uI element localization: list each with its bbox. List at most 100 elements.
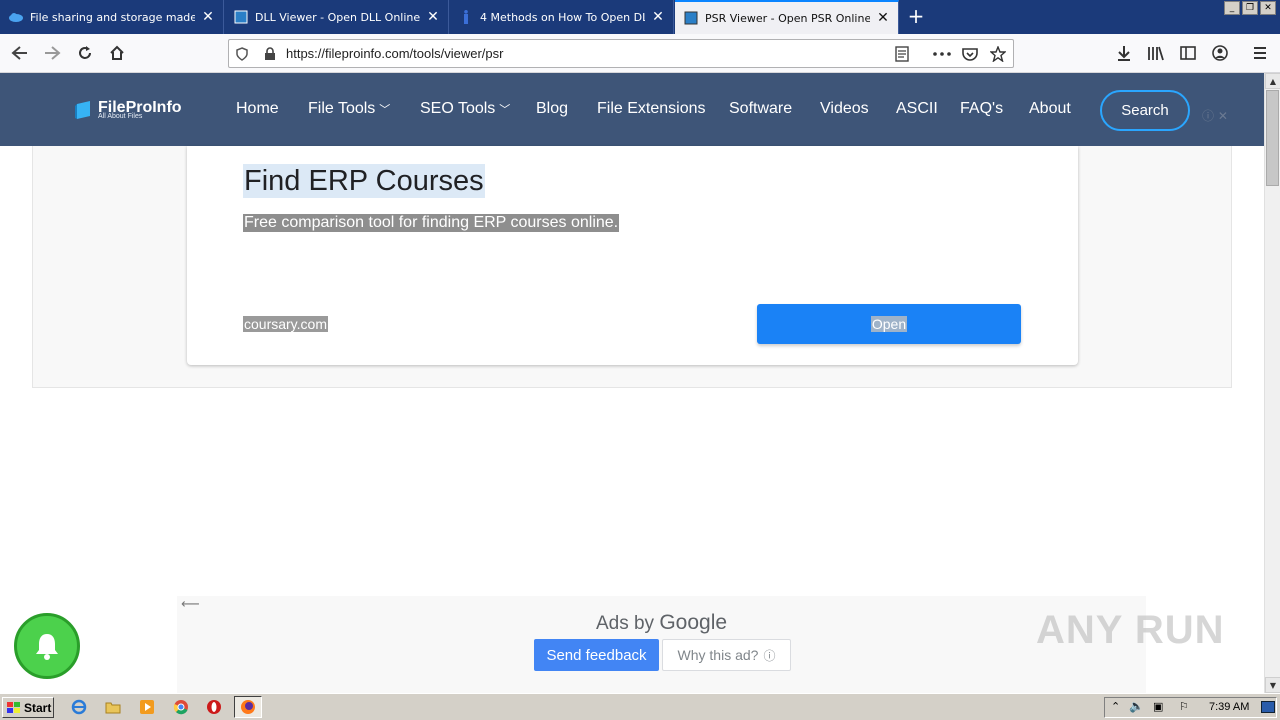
send-feedback-button[interactable]: Send feedback bbox=[534, 639, 659, 671]
menu-videos[interactable]: Videos bbox=[820, 100, 869, 118]
menu-home[interactable]: Home bbox=[236, 100, 279, 118]
tab-file-sharing[interactable]: File sharing and storage made sim ✕ bbox=[0, 0, 224, 34]
chevron-down-icon: ﹀ bbox=[379, 104, 391, 116]
reader-view-icon[interactable] bbox=[893, 45, 911, 63]
bookmark-star-icon[interactable] bbox=[989, 45, 1007, 63]
fileproinfo-icon bbox=[683, 10, 699, 26]
menu-faqs[interactable]: FAQ's bbox=[960, 100, 1003, 118]
downloads-button[interactable] bbox=[1110, 40, 1138, 66]
menu-file-extensions[interactable]: File Extensions bbox=[597, 100, 706, 118]
back-arrow-icon[interactable]: ⟵ bbox=[181, 597, 200, 612]
sidebar-button[interactable] bbox=[1174, 40, 1202, 66]
shield-icon[interactable] bbox=[233, 45, 251, 63]
windows-logo-icon bbox=[7, 701, 20, 713]
bell-icon bbox=[36, 634, 58, 660]
ads-by-google-panel: ⟵ Ads by Google Send feedback Why this a… bbox=[177, 596, 1146, 693]
search-button[interactable]: Search bbox=[1100, 90, 1190, 131]
ad-title[interactable]: Find ERP Courses bbox=[243, 164, 485, 198]
web-page: FileProInfo All About Files Home File To… bbox=[0, 73, 1264, 693]
firefox-icon bbox=[241, 700, 255, 714]
ad-container: Find ERP Courses Free comparison tool fo… bbox=[32, 146, 1232, 388]
vertical-scrollbar[interactable]: ▲ ▼ bbox=[1264, 73, 1280, 693]
menu-ascii[interactable]: ASCII bbox=[896, 100, 938, 118]
close-icon[interactable]: ✕ bbox=[651, 9, 665, 25]
close-icon[interactable]: ✕ bbox=[426, 9, 440, 25]
internet-explorer-icon[interactable] bbox=[70, 698, 88, 716]
scroll-up-icon[interactable]: ▲ bbox=[1265, 73, 1280, 89]
menu-seo-tools[interactable]: SEO Tools ﹀ bbox=[420, 100, 510, 118]
pocket-icon[interactable] bbox=[961, 45, 979, 63]
lock-icon[interactable] bbox=[261, 45, 279, 63]
url-bar[interactable]: https://fileproinfo.com/tools/viewer/psr bbox=[228, 39, 1014, 68]
menu-button[interactable] bbox=[1246, 40, 1274, 66]
why-this-ad-button[interactable]: Why this ad? ⓘ bbox=[662, 639, 791, 671]
tab-dll-viewer[interactable]: DLL Viewer - Open DLL Online & Fr ✕ bbox=[225, 0, 449, 34]
close-window-button[interactable]: ✕ bbox=[1260, 1, 1276, 15]
ad-card[interactable]: Find ERP Courses Free comparison tool fo… bbox=[187, 146, 1078, 365]
url-text[interactable]: https://fileproinfo.com/tools/viewer/psr bbox=[286, 46, 503, 61]
close-icon[interactable]: ✕ bbox=[876, 10, 890, 26]
cloud-icon bbox=[8, 9, 24, 25]
scrollbar-thumb[interactable] bbox=[1266, 90, 1279, 186]
info-icon bbox=[458, 9, 474, 25]
tab-strip: File sharing and storage made sim ✕ DLL … bbox=[0, 0, 1280, 34]
home-button[interactable] bbox=[103, 40, 131, 66]
menu-file-tools[interactable]: File Tools ﹀ bbox=[308, 100, 390, 118]
network-icon[interactable]: ▣ bbox=[1153, 700, 1163, 713]
home-icon bbox=[110, 45, 124, 60]
show-desktop-icon[interactable] bbox=[1261, 701, 1275, 713]
ad-open-label: Open bbox=[870, 316, 908, 332]
chevron-up-icon[interactable]: ⌃ bbox=[1111, 700, 1120, 713]
sidebar-icon bbox=[1180, 46, 1196, 60]
menu-file-tools-label: File Tools bbox=[308, 100, 376, 117]
window-controls: _ ❐ ✕ bbox=[1224, 1, 1276, 15]
menu-software[interactable]: Software bbox=[729, 100, 792, 118]
ad-choices-icon[interactable]: ⓘ ✕ bbox=[1202, 107, 1228, 124]
opera-icon[interactable] bbox=[205, 698, 223, 716]
menu-seo-tools-label: SEO Tools bbox=[420, 100, 496, 117]
tab-psr-viewer[interactable]: PSR Viewer - Open PSR Online & Fr ✕ bbox=[675, 0, 899, 34]
hamburger-icon bbox=[1254, 47, 1266, 59]
system-tray: ⌃ 🔈 ▣ ⚐ 7:39 AM bbox=[1104, 697, 1277, 718]
start-label: Start bbox=[24, 700, 52, 715]
forward-button[interactable] bbox=[38, 40, 66, 66]
info-icon: ⓘ bbox=[763, 648, 776, 663]
chevron-down-icon: ﹀ bbox=[499, 104, 511, 116]
menu-about[interactable]: About bbox=[1029, 100, 1071, 118]
minimize-button[interactable]: _ bbox=[1224, 1, 1240, 15]
tab-title: PSR Viewer - Open PSR Online & Fr bbox=[705, 11, 870, 25]
volume-icon[interactable]: 🔈 bbox=[1129, 699, 1144, 713]
notification-bell-button[interactable] bbox=[14, 613, 80, 679]
menu-blog[interactable]: Blog bbox=[536, 100, 568, 118]
google-logo-text: Google bbox=[659, 611, 728, 634]
chrome-icon[interactable] bbox=[172, 698, 190, 716]
anyrun-watermark: ANY RUN bbox=[1036, 608, 1225, 652]
arrow-right-icon bbox=[45, 46, 61, 60]
flag-icon[interactable]: ⚐ bbox=[1179, 700, 1189, 713]
scroll-down-icon[interactable]: ▼ bbox=[1265, 677, 1280, 693]
account-button[interactable] bbox=[1206, 40, 1234, 66]
fileproinfo-logo-icon bbox=[75, 101, 90, 119]
site-logo[interactable]: FileProInfo All About Files bbox=[74, 100, 182, 120]
tab-4-methods[interactable]: 4 Methods on How To Open DLL Fil ✕ bbox=[450, 0, 674, 34]
ad-open-button[interactable]: Open bbox=[757, 304, 1021, 344]
close-icon[interactable]: ✕ bbox=[201, 9, 215, 25]
library-button[interactable] bbox=[1142, 40, 1170, 66]
back-button[interactable] bbox=[6, 40, 34, 66]
more-actions-icon[interactable] bbox=[933, 45, 951, 63]
arrow-left-icon bbox=[11, 46, 27, 60]
clock[interactable]: 7:39 AM bbox=[1209, 701, 1249, 713]
media-player-icon[interactable] bbox=[138, 698, 156, 716]
restore-button[interactable]: ❐ bbox=[1242, 1, 1258, 15]
firefox-taskbar-button[interactable] bbox=[234, 696, 262, 718]
reload-button[interactable] bbox=[71, 40, 99, 66]
start-button[interactable]: Start bbox=[2, 697, 54, 718]
ad-description: Free comparison tool for finding ERP cou… bbox=[243, 214, 620, 232]
file-explorer-icon[interactable] bbox=[104, 698, 122, 716]
tab-title: File sharing and storage made sim bbox=[30, 10, 195, 24]
new-tab-button[interactable]: + bbox=[904, 4, 928, 28]
reload-icon bbox=[79, 46, 91, 59]
ad-domain[interactable]: coursary.com bbox=[243, 316, 328, 332]
download-icon bbox=[1118, 46, 1130, 61]
ads-by-google-label: Ads by Google bbox=[177, 611, 1146, 635]
